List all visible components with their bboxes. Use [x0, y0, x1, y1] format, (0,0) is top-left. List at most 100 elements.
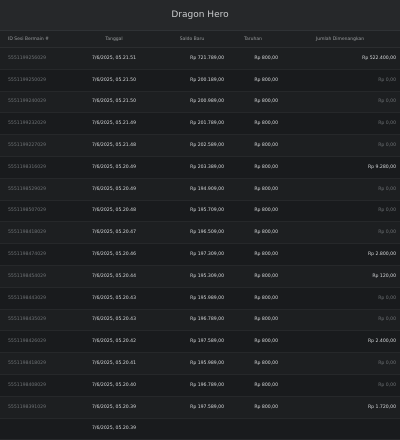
- row-win-amount: Rp 522.400,00: [362, 55, 396, 61]
- row-win-amount: Rp 9.280,00: [367, 164, 396, 170]
- row-bet: Rp 800,00: [254, 208, 278, 214]
- row-date: 7/6/2025, 05.20.42: [91, 339, 136, 345]
- table-header: ID Sesi Bermain # Tanggal Saldo Baru Tar…: [0, 31, 400, 48]
- row-win-amount: Rp 2.800,00: [367, 252, 396, 258]
- table-row[interactable]: 7/6/2025, 05.20.39: [0, 418, 400, 440]
- row-win-amount: Rp 0,00: [378, 230, 396, 236]
- row-balance: Rp 195.309,00: [190, 273, 224, 279]
- row-session-id: 5551198474029: [8, 252, 46, 258]
- row-win-amount: Rp 0,00: [378, 382, 396, 388]
- row-win-amount: Rp 2.400,00: [367, 339, 396, 345]
- row-balance: Rp 203.389,00: [190, 164, 224, 170]
- table-row[interactable]: 5551198408029 7/6/2025, 05.20.40 Rp 196.78…: [0, 374, 400, 397]
- row-win-amount: Rp 0,00: [378, 295, 396, 301]
- window-title-bar: Dragon Hero: [0, 0, 400, 31]
- row-date: 7/6/2025, 05.20.40: [91, 382, 136, 388]
- row-date: 7/6/2025, 05.20.49: [91, 186, 136, 192]
- row-win-amount: Rp 0,00: [378, 361, 396, 367]
- column-header-win: Jumlah Dimenangkan: [315, 36, 365, 42]
- row-win-amount: Rp 0,00: [378, 143, 396, 149]
- row-win-amount: Rp 0,00: [378, 317, 396, 323]
- row-bet: Rp 800,00: [254, 186, 278, 192]
- table-row[interactable]: 5551198529029 7/6/2025, 05.20.49 Rp 194.90…: [0, 178, 400, 201]
- row-bet: Rp 800,00: [254, 252, 278, 258]
- page-title: Dragon Hero: [171, 10, 229, 20]
- table-row[interactable]: 5551199240029 7/6/2025, 05.21.50 Rp 200.98…: [0, 91, 400, 114]
- row-session-id: 5551198454029: [8, 273, 46, 279]
- row-bet: Rp 800,00: [254, 273, 278, 279]
- row-win-amount: Rp 0,00: [378, 77, 396, 83]
- row-session-id: 5551198507029: [8, 208, 46, 214]
- row-date: 7/6/2025, 05.20.39: [91, 404, 136, 410]
- table-row[interactable]: 5551198316029 7/6/2025, 05.20.49 Rp 203.38…: [0, 156, 400, 179]
- row-session-id: 5551198443029: [8, 295, 46, 301]
- row-bet: Rp 800,00: [254, 99, 278, 105]
- table-row[interactable]: 5551199232029 7/6/2025, 05.21.49 Rp 201.78…: [0, 113, 400, 136]
- row-session-id: 5551198426029: [8, 339, 46, 345]
- column-header-bet: Taruhan: [244, 36, 262, 42]
- row-bet: Rp 800,00: [254, 317, 278, 323]
- table-row[interactable]: 5551199227029 7/6/2025, 05.21.48 Rp 202.58…: [0, 135, 400, 157]
- row-session-id: 5551198435029: [8, 317, 46, 323]
- row-date: 7/6/2025, 05.20.49: [91, 164, 136, 170]
- table-row[interactable]: 5551199250029 7/6/2025, 05.21.50 Rp 200.18…: [0, 69, 400, 92]
- row-balance: Rp 196.509,00: [190, 230, 224, 236]
- row-win-amount: Rp 1.720,00: [367, 404, 396, 410]
- row-balance: Rp 197.589,00: [190, 339, 224, 345]
- row-bet: Rp 800,00: [254, 404, 278, 410]
- row-bet: Rp 800,00: [254, 121, 278, 127]
- row-balance: Rp 721.789,00: [190, 55, 224, 61]
- table-row[interactable]: 5551198474029 7/6/2025, 05.20.46 Rp 197.30…: [0, 244, 400, 266]
- row-session-id: 5551199256029: [8, 55, 46, 61]
- row-date: 7/6/2025, 05.20.44: [91, 273, 136, 279]
- row-date: 7/6/2025, 05.20.48: [91, 208, 136, 214]
- row-balance: Rp 200.189,00: [190, 77, 224, 83]
- row-balance: Rp 197.589,00: [190, 404, 224, 410]
- row-date: 7/6/2025, 05.21.51: [91, 55, 136, 61]
- row-balance: Rp 195.709,00: [190, 208, 224, 214]
- row-win-amount: Rp 0,00: [378, 208, 396, 214]
- row-bet: Rp 800,00: [254, 382, 278, 388]
- table-row[interactable]: 5551198443029 7/6/2025, 05.20.43 Rp 195.98…: [0, 287, 400, 310]
- row-session-id: 5551198529029: [8, 186, 46, 192]
- row-balance: Rp 196.789,00: [190, 317, 224, 323]
- row-date: 7/6/2025, 05.21.49: [91, 121, 136, 127]
- history-table-body[interactable]: 5551199256029 7/6/2025, 05.21.51 Rp 721.78…: [0, 48, 400, 440]
- table-row[interactable]: 5551199256029 7/6/2025, 05.21.51 Rp 721.78…: [0, 48, 400, 70]
- row-session-id: 5551198316029: [8, 164, 46, 170]
- table-row[interactable]: 5551198507029 7/6/2025, 05.20.48 Rp 195.70…: [0, 200, 400, 223]
- row-bet: Rp 800,00: [254, 339, 278, 345]
- row-date: 7/6/2025, 05.20.43: [91, 317, 136, 323]
- table-row[interactable]: 5551198391029 7/6/2025, 05.20.39 Rp 197.58…: [0, 396, 400, 419]
- table-row[interactable]: 5551198418029 7/6/2025, 05.20.47 Rp 196.50…: [0, 222, 400, 245]
- row-session-id: 5551199250029: [8, 77, 46, 83]
- row-date: 7/6/2025, 05.20.43: [91, 295, 136, 301]
- row-session-id: 5551199232029: [8, 121, 46, 127]
- row-win-amount: Rp 0,00: [378, 186, 396, 192]
- row-date: 7/6/2025, 05.21.50: [91, 99, 136, 105]
- row-balance: Rp 201.789,00: [190, 121, 224, 127]
- table-row[interactable]: 5551198418029 7/6/2025, 05.20.41 Rp 195.98…: [0, 353, 400, 375]
- row-session-id: 5551198418029: [8, 230, 46, 236]
- table-row[interactable]: 5551198454029 7/6/2025, 05.20.44 Rp 195.30…: [0, 265, 400, 288]
- row-session-id: 5551198408029: [8, 382, 46, 388]
- row-date: 7/6/2025, 05.20.39: [91, 426, 136, 432]
- row-balance: Rp 200.989,00: [190, 99, 224, 105]
- column-header-id: ID Sesi Bermain #: [8, 36, 49, 42]
- row-balance: Rp 195.989,00: [190, 295, 224, 301]
- row-session-id: 5551198418029: [8, 361, 46, 367]
- table-row[interactable]: 5551198435029 7/6/2025, 05.20.43 Rp 196.78…: [0, 309, 400, 332]
- row-bet: Rp 800,00: [254, 164, 278, 170]
- row-bet: Rp 800,00: [254, 230, 278, 236]
- row-bet: Rp 800,00: [254, 295, 278, 301]
- row-win-amount: Rp 120,00: [372, 273, 396, 279]
- row-win-amount: Rp 0,00: [378, 121, 396, 127]
- row-balance: Rp 195.989,00: [190, 361, 224, 367]
- row-date: 7/6/2025, 05.21.48: [91, 143, 136, 149]
- table-row[interactable]: 5551198426029 7/6/2025, 05.20.42 Rp 197.58…: [0, 331, 400, 354]
- row-date: 7/6/2025, 05.21.50: [91, 77, 136, 83]
- row-balance: Rp 194.909,00: [190, 186, 224, 192]
- row-bet: Rp 800,00: [254, 143, 278, 149]
- row-balance: Rp 196.789,00: [190, 382, 224, 388]
- row-balance: Rp 202.589,00: [190, 143, 224, 149]
